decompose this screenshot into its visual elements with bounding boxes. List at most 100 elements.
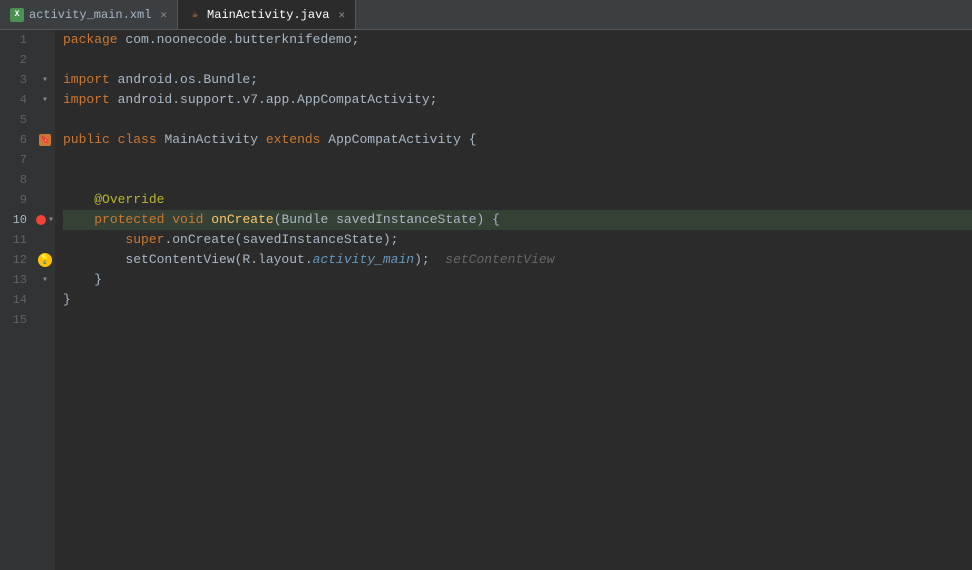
gutter-row-11: 11	[0, 230, 55, 250]
tab-mainactivity-java[interactable]: ☕ MainActivity.java ✕	[178, 0, 356, 29]
gutter-row-7: 7	[0, 150, 55, 170]
line-num-9: 9	[0, 193, 35, 207]
gutter-icons-10: ▾	[35, 214, 55, 226]
line-num-8: 8	[0, 173, 35, 187]
code-line-1: package com.noonecode.butterknifedemo;	[63, 30, 972, 50]
gutter-row-10: 10 ▾	[0, 210, 55, 230]
token-layout-12: activity_main	[313, 250, 414, 270]
token-public-6: public	[63, 130, 110, 150]
line-gutter: 1 2 3 ▾ 4 ▾	[0, 30, 55, 570]
token-indent-10	[63, 210, 94, 230]
gutter-icons-4: ▾	[35, 94, 55, 106]
gutter-icons-3: ▾	[35, 74, 55, 86]
token-classname-6: MainActivity	[157, 130, 266, 150]
token-keyword-1: package	[63, 30, 118, 50]
gutter-row-14: 14	[0, 290, 55, 310]
line-num-3: 3	[0, 73, 35, 87]
fold-arrow-4[interactable]: ▾	[42, 94, 48, 106]
token-indent-13: }	[63, 270, 102, 290]
gutter-row-8: 8	[0, 170, 55, 190]
token-text-3: android.os.Bundle;	[110, 70, 258, 90]
line-num-14: 14	[0, 293, 35, 307]
token-sp-10a	[164, 210, 172, 230]
line-num-6: 6	[0, 133, 35, 147]
ide-window: X activity_main.xml ✕ ☕ MainActivity.jav…	[0, 0, 972, 570]
code-line-10: protected void onCreate(Bundle savedInst…	[63, 210, 972, 230]
token-indent-12: setContentView(R.layout.	[63, 250, 313, 270]
gutter-row-6: 6 🔖	[0, 130, 55, 150]
line-num-5: 5	[0, 113, 35, 127]
code-line-3: import android.os.Bundle;	[63, 70, 972, 90]
code-editor[interactable]: package com.noonecode.butterknifedemo; i…	[55, 30, 972, 570]
code-line-2	[63, 50, 972, 70]
code-line-5	[63, 110, 972, 130]
tab-label-xml: activity_main.xml	[29, 8, 151, 22]
bulb-icon-12[interactable]: 💡	[38, 253, 52, 267]
code-line-7	[63, 150, 972, 170]
token-annotation-9: @Override	[94, 190, 164, 210]
line-num-2: 2	[0, 53, 35, 67]
token-indent-11	[63, 230, 125, 250]
code-line-15	[63, 310, 972, 330]
gutter-row-3: 3 ▾	[0, 70, 55, 90]
token-keyword-4: import	[63, 90, 110, 110]
code-line-8	[63, 170, 972, 190]
token-keyword-3: import	[63, 70, 110, 90]
java-file-icon: ☕	[188, 8, 202, 22]
code-line-9: @Override	[63, 190, 972, 210]
code-line-12: setContentView(R.layout.activity_main); …	[63, 250, 972, 270]
token-close-12: );	[414, 250, 430, 270]
bookmark-icon-6: 🔖	[39, 134, 51, 146]
gutter-row-9: 9	[0, 190, 55, 210]
tab-label-java: MainActivity.java	[207, 8, 329, 22]
gutter-row-4: 4 ▾	[0, 90, 55, 110]
token-protected-10: protected	[94, 210, 164, 230]
gutter-icons-12: 💡	[35, 253, 55, 267]
gutter-icons-13: ▾	[35, 274, 55, 286]
gutter-row-1: 1	[0, 30, 55, 50]
xml-file-icon: X	[10, 8, 24, 22]
line-num-4: 4	[0, 93, 35, 107]
token-call-11: .onCreate(savedInstanceState);	[164, 230, 398, 250]
code-line-13: }	[63, 270, 972, 290]
gutter-row-15: 15	[0, 310, 55, 330]
fold-arrow-10[interactable]: ▾	[48, 214, 54, 226]
code-line-11: super.onCreate(savedInstanceState);	[63, 230, 972, 250]
line-num-7: 7	[0, 153, 35, 167]
token-class-6: class	[118, 130, 157, 150]
token-brace-14: }	[63, 290, 71, 310]
line-num-12: 12	[0, 253, 35, 267]
token-text-1: com.noonecode.butterknifedemo;	[118, 30, 360, 50]
line-num-10: 10	[0, 213, 35, 227]
gutter-row-5: 5	[0, 110, 55, 130]
line-num-15: 15	[0, 313, 35, 327]
token-ghost-12: setContentView	[430, 250, 555, 270]
token-void-10: void	[172, 210, 203, 230]
tab-bar: X activity_main.xml ✕ ☕ MainActivity.jav…	[0, 0, 972, 30]
gutter-row-13: 13 ▾	[0, 270, 55, 290]
token-indent-9	[63, 190, 94, 210]
token-parent-6: AppCompatActivity {	[320, 130, 476, 150]
token-extends-6: extends	[266, 130, 321, 150]
tab-close-java[interactable]: ✕	[338, 8, 345, 22]
token-super-11: super	[125, 230, 164, 250]
code-line-6: public class MainActivity extends AppCom…	[63, 130, 972, 150]
debug-breakpoint-icon-10[interactable]	[36, 215, 46, 225]
gutter-row-12: 12 💡	[0, 250, 55, 270]
token-oncreate-10: onCreate	[211, 210, 273, 230]
tab-activity-main-xml[interactable]: X activity_main.xml ✕	[0, 0, 178, 29]
gutter-icons-6: 🔖	[35, 134, 55, 146]
gutter-row-2: 2	[0, 50, 55, 70]
token-sp-10b	[203, 210, 211, 230]
token-sp-6a	[110, 130, 118, 150]
fold-arrow-3[interactable]: ▾	[42, 74, 48, 86]
line-num-1: 1	[0, 33, 35, 47]
code-line-4: import android.support.v7.app.AppCompatA…	[63, 90, 972, 110]
line-num-13: 13	[0, 273, 35, 287]
line-num-11: 11	[0, 233, 35, 247]
code-line-14: }	[63, 290, 972, 310]
token-text-4: android.support.v7.app.AppCompatActivity…	[110, 90, 438, 110]
editor-area: 1 2 3 ▾ 4 ▾	[0, 30, 972, 570]
tab-close-xml[interactable]: ✕	[160, 8, 167, 22]
fold-arrow-13[interactable]: ▾	[42, 274, 48, 286]
